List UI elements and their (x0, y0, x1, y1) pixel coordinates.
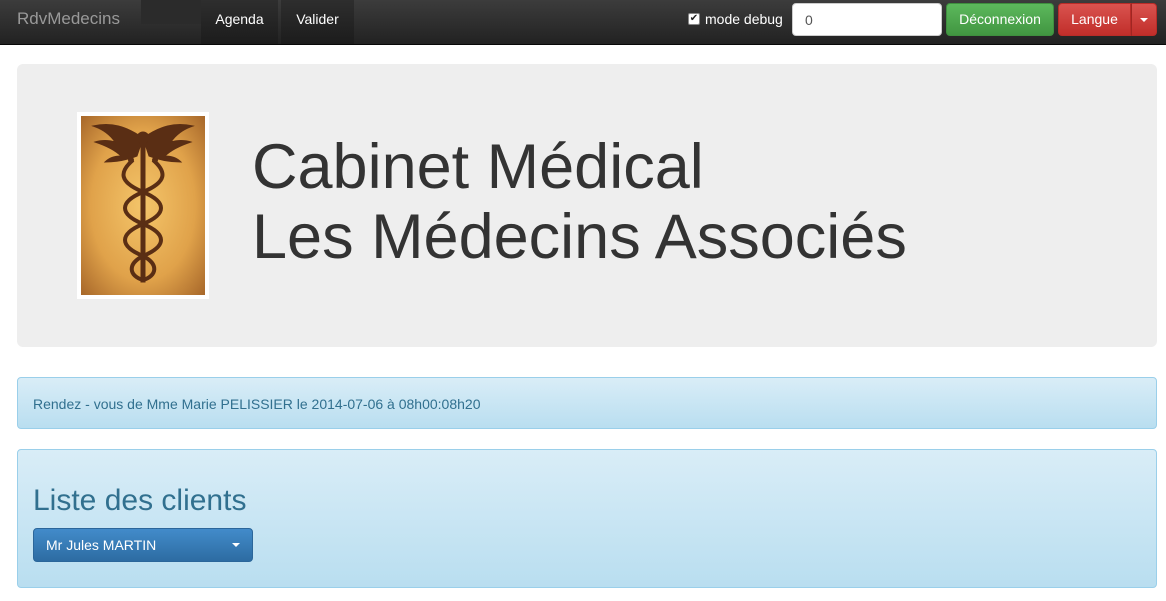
navbar: RdvMedecins Agenda Valider ✔ mode debug … (0, 0, 1166, 45)
nav-agenda-link[interactable]: Agenda (201, 0, 278, 44)
brand-link[interactable]: RdvMedecins (17, 9, 120, 29)
logout-button[interactable]: Déconnexion (946, 3, 1054, 36)
chevron-down-icon (1140, 18, 1148, 22)
clients-title: Liste des clients (33, 484, 247, 517)
page-title: Cabinet Médical Les Médecins Associés (252, 132, 907, 272)
nav-valider-link[interactable]: Valider (281, 0, 354, 44)
title-line-cabinet: Cabinet Médical (252, 132, 704, 202)
title-line-associes: Les Médecins Associés (252, 202, 907, 272)
debug-label: mode debug (705, 11, 783, 27)
time-input[interactable] (792, 3, 942, 36)
jumbotron: Cabinet Médical Les Médecins Associés (17, 64, 1157, 347)
language-dropdown-toggle[interactable] (1131, 3, 1157, 36)
caduceus-icon (77, 112, 209, 299)
appointment-alert: Rendez - vous de Mme Marie PELISSIER le … (17, 377, 1157, 429)
navbar-shade (141, 0, 201, 24)
client-select-value: Mr Jules MARTIN (46, 537, 157, 553)
debug-checkbox[interactable]: ✔ (688, 13, 700, 25)
language-button[interactable]: Langue (1058, 3, 1131, 36)
client-select[interactable]: Mr Jules MARTIN (33, 528, 253, 562)
debug-toggle[interactable]: ✔ mode debug (688, 11, 783, 27)
chevron-down-icon (232, 543, 240, 547)
clients-panel: Liste des clients Mr Jules MARTIN (17, 449, 1157, 588)
